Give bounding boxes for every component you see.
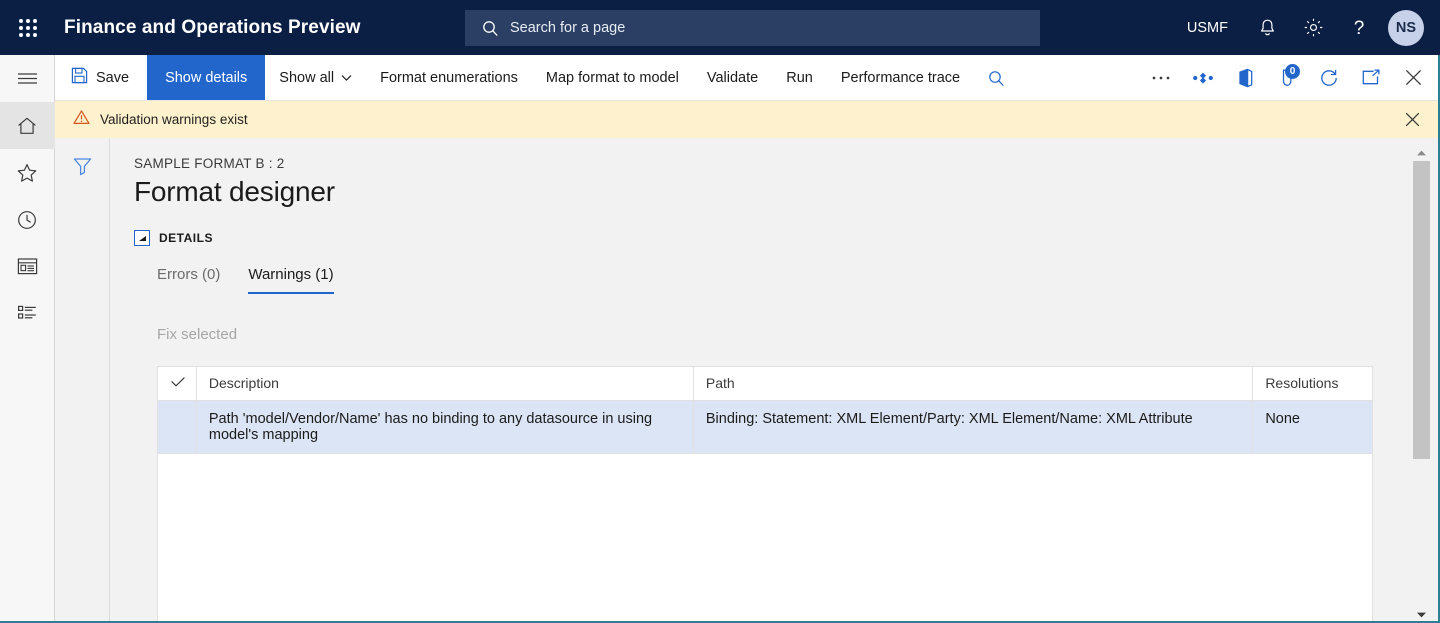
- details-section-header: DETAILS: [134, 230, 1440, 246]
- grid-header-row: Description Path Resolutions: [157, 366, 1373, 401]
- breadcrumb-caption: SAMPLE FORMAT B : 2: [134, 156, 285, 171]
- sidebar-item-favorites[interactable]: [0, 149, 55, 196]
- scrollbar-track[interactable]: [1413, 161, 1430, 606]
- sidebar-item-home[interactable]: [0, 102, 55, 149]
- main-column: Save Show details Show all Format enumer…: [55, 55, 1440, 623]
- more-options-icon[interactable]: [1140, 55, 1182, 101]
- command-bar-right-group: 0: [1140, 55, 1440, 100]
- vertical-scrollbar[interactable]: [1413, 144, 1430, 623]
- format-designer-page: SAMPLE FORMAT B : 2 Format designer DETA…: [110, 138, 1440, 623]
- row-resolutions-cell: None: [1252, 400, 1373, 454]
- page-content: SAMPLE FORMAT B : 2 Format designer DETA…: [55, 138, 1440, 623]
- tab-errors[interactable]: Errors (0): [157, 266, 220, 294]
- help-icon[interactable]: ?: [1336, 0, 1382, 55]
- details-section-label: DETAILS: [159, 231, 213, 245]
- scroll-up-arrow-icon[interactable]: [1413, 144, 1430, 161]
- performance-trace-button[interactable]: Performance trace: [827, 55, 974, 100]
- save-icon: [71, 67, 88, 88]
- save-button[interactable]: Save: [55, 55, 147, 100]
- legal-entity-selector[interactable]: USMF: [1171, 20, 1244, 36]
- app-title: Finance and Operations Preview: [64, 16, 361, 38]
- validation-message-text: Validation warnings exist: [100, 112, 248, 127]
- notifications-icon[interactable]: [1244, 0, 1290, 55]
- filter-icon[interactable]: [72, 156, 93, 623]
- svg-text:?: ?: [1354, 18, 1365, 39]
- user-avatar[interactable]: NS: [1388, 9, 1424, 46]
- command-bar: Save Show details Show all Format enumer…: [55, 55, 1440, 101]
- page-title: Format designer: [134, 176, 335, 207]
- top-navigation-bar: Finance and Operations Preview Search fo…: [0, 0, 1440, 55]
- search-icon: [482, 20, 499, 37]
- warning-triangle-icon: [73, 109, 90, 130]
- map-format-to-model-button[interactable]: Map format to model: [532, 55, 693, 100]
- grid-empty-area: [157, 454, 1373, 623]
- show-all-menu[interactable]: Show all: [265, 55, 366, 100]
- row-select-cell[interactable]: [157, 400, 197, 454]
- sidebar-item-recent[interactable]: [0, 196, 55, 243]
- notes-icon[interactable]: 0: [1266, 55, 1308, 101]
- body-wrapper: Save Show details Show all Format enumer…: [0, 55, 1440, 623]
- show-all-label: Show all: [279, 69, 335, 86]
- global-search-input[interactable]: Search for a page: [465, 10, 1040, 46]
- sidebar-item-modules[interactable]: [0, 290, 55, 337]
- command-search-icon[interactable]: [974, 55, 1018, 101]
- message-bar-close-icon[interactable]: [1392, 101, 1432, 138]
- save-label: Save: [96, 69, 130, 86]
- warnings-grid-wrapper: Description Path Resolutions Path 'model…: [157, 366, 1373, 623]
- validate-button[interactable]: Validate: [693, 55, 772, 100]
- validation-message-bar: Validation warnings exist: [55, 101, 1440, 138]
- app-launcher-icon[interactable]: [0, 0, 55, 55]
- filter-pane-rail: [55, 138, 110, 623]
- close-icon[interactable]: [1392, 55, 1434, 101]
- refresh-icon[interactable]: [1308, 55, 1350, 101]
- column-header-resolutions[interactable]: Resolutions: [1252, 366, 1373, 401]
- sidebar-item-workspaces[interactable]: [0, 243, 55, 290]
- table-row[interactable]: Path 'model/Vendor/Name' has no binding …: [157, 400, 1373, 454]
- notes-count-badge: 0: [1285, 63, 1300, 79]
- format-enumerations-button[interactable]: Format enumerations: [366, 55, 532, 100]
- column-header-path[interactable]: Path: [692, 366, 1254, 401]
- show-details-button[interactable]: Show details: [147, 55, 266, 100]
- office-icon[interactable]: [1224, 55, 1266, 101]
- warnings-grid: Description Path Resolutions Path 'model…: [157, 366, 1373, 454]
- top-bar-right-group: USMF ? NS: [1171, 0, 1440, 55]
- details-tablist: Errors (0) Warnings (1): [157, 266, 1440, 294]
- chevron-down-icon: [341, 74, 352, 82]
- attachments-icon[interactable]: [1182, 55, 1224, 101]
- run-button[interactable]: Run: [772, 55, 827, 100]
- navigation-rail: [0, 55, 55, 623]
- waffle-grid: [18, 18, 37, 37]
- tab-warnings[interactable]: Warnings (1): [248, 266, 334, 294]
- fix-selected-button[interactable]: Fix selected: [157, 326, 237, 343]
- global-search-placeholder: Search for a page: [510, 20, 626, 36]
- scrollbar-thumb[interactable]: [1413, 161, 1430, 459]
- row-path-cell: Binding: Statement: XML Element/Party: X…: [692, 400, 1254, 454]
- column-header-description[interactable]: Description: [195, 366, 694, 401]
- sidebar-item-hamburger[interactable]: [0, 55, 55, 102]
- row-description-cell: Path 'model/Vendor/Name' has no binding …: [195, 400, 694, 454]
- collapse-toggle-icon[interactable]: [134, 230, 150, 246]
- app-root: Finance and Operations Preview Search fo…: [0, 0, 1440, 623]
- settings-gear-icon[interactable]: [1290, 0, 1336, 55]
- open-in-new-window-icon[interactable]: [1350, 55, 1392, 101]
- column-header-select[interactable]: [157, 366, 197, 401]
